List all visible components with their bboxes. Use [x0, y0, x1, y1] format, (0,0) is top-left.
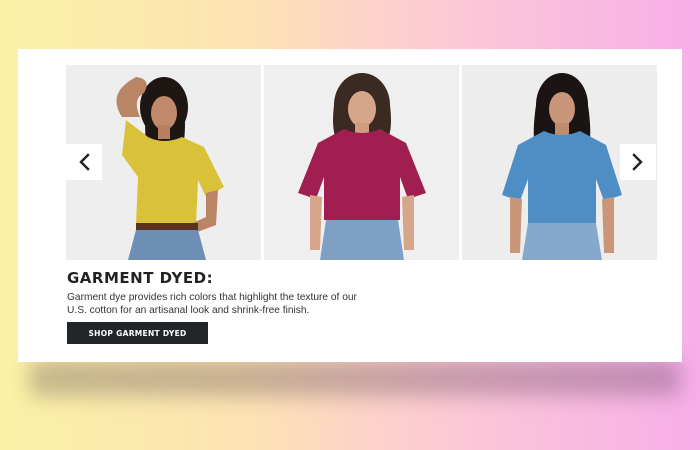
carousel-prev-button[interactable] [66, 144, 102, 180]
promo-card: GARMENT DYED: Garment dye provides rich … [18, 49, 682, 362]
shop-garment-dyed-button[interactable]: SHOP GARMENT DYED [67, 322, 208, 344]
model-magenta-tee-image [264, 65, 459, 260]
promo-description: Garment dye provides rich colors that hi… [67, 292, 357, 316]
chevron-right-icon [632, 153, 643, 171]
carousel-next-button[interactable] [620, 144, 656, 180]
card-shadow [30, 360, 680, 396]
promo-heading: GARMENT DYED: [67, 269, 214, 287]
carousel-slide-magenta-tee[interactable] [264, 65, 459, 260]
chevron-left-icon [79, 153, 90, 171]
product-carousel [66, 65, 658, 260]
